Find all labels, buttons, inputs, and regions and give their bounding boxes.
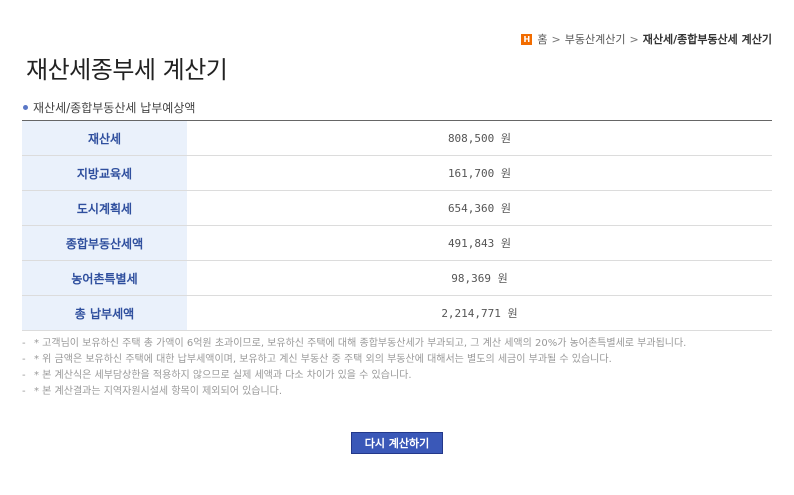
table-row: 도시계획세 654,360 원 [22, 190, 772, 226]
section-heading: 재산세/종합부동산세 납부예상액 [23, 99, 195, 116]
note-text: * 본 계산결과는 지역자원시설세 항목이 제외되어 있습니다. [34, 386, 283, 397]
table-row: 재산세 808,500 원 [22, 120, 772, 156]
note-dash: - [22, 386, 26, 397]
note-text: * 위 금액은 보유하신 주택에 대한 납부세액이며, 보유하고 계신 부동산 … [34, 354, 612, 365]
breadcrumb-home[interactable]: 홈 [537, 31, 547, 47]
breadcrumb-calculators[interactable]: 부동산계산기 [565, 31, 626, 47]
note-item: - * 본 계산결과는 지역자원시설세 항목이 제외되어 있습니다. [22, 384, 742, 400]
row-label-urban-planning-tax: 도시계획세 [22, 190, 187, 226]
row-value-comprehensive-real-estate-tax: 491,843 원 [187, 225, 772, 261]
bullet-icon [23, 105, 28, 110]
table-row: 총 납부세액 2,214,771 원 [22, 295, 772, 331]
section-heading-text: 재산세/종합부동산세 납부예상액 [33, 101, 196, 115]
row-label-comprehensive-real-estate-tax: 종합부동산세액 [22, 225, 187, 261]
notes-list: - * 고객님이 보유하신 주택 총 가액이 6억원 초과이므로, 보유하신 주… [22, 336, 742, 400]
breadcrumb-current: 재산세/종합부동산세 계산기 [642, 33, 772, 46]
note-text: * 고객님이 보유하신 주택 총 가액이 6억원 초과이므로, 보유하신 주택에… [34, 338, 687, 349]
note-dash: - [22, 370, 26, 381]
table-row: 종합부동산세액 491,843 원 [22, 225, 772, 261]
row-label-local-education-tax: 지방교육세 [22, 155, 187, 191]
row-label-total-tax: 총 납부세액 [22, 295, 187, 331]
row-value-property-tax: 808,500 원 [187, 120, 772, 156]
home-icon[interactable]: H [521, 33, 533, 45]
breadcrumb-separator: > [629, 32, 639, 46]
recalculate-button[interactable]: 다시 계산하기 [351, 432, 443, 454]
row-label-property-tax: 재산세 [22, 120, 187, 156]
note-item: - * 고객님이 보유하신 주택 총 가액이 6억원 초과이므로, 보유하신 주… [22, 336, 742, 352]
note-text: * 본 계산식은 세부담상한을 적용하지 않으므로 실제 세액과 다소 차이가 … [34, 370, 412, 381]
page-title: 재산세종부세 계산기 [26, 56, 228, 84]
note-dash: - [22, 354, 26, 365]
row-value-total-tax: 2,214,771 원 [187, 295, 772, 331]
row-value-urban-planning-tax: 654,360 원 [187, 190, 772, 226]
row-value-local-education-tax: 161,700 원 [187, 155, 772, 191]
breadcrumb-separator: > [551, 32, 561, 46]
result-table: 재산세 808,500 원 지방교육세 161,700 원 도시계획세 654,… [22, 120, 772, 331]
row-label-rural-special-tax: 농어촌특별세 [22, 260, 187, 296]
row-value-rural-special-tax: 98,369 원 [187, 260, 772, 296]
note-item: - * 본 계산식은 세부담상한을 적용하지 않으므로 실제 세액과 다소 차이… [22, 368, 742, 384]
table-row: 농어촌특별세 98,369 원 [22, 260, 772, 296]
breadcrumb: H 홈 > 부동산계산기 > 재산세/종합부동산세 계산기 [521, 31, 772, 47]
note-dash: - [22, 338, 26, 349]
table-row: 지방교육세 161,700 원 [22, 155, 772, 191]
note-item: - * 위 금액은 보유하신 주택에 대한 납부세액이며, 보유하고 계신 부동… [22, 352, 742, 368]
